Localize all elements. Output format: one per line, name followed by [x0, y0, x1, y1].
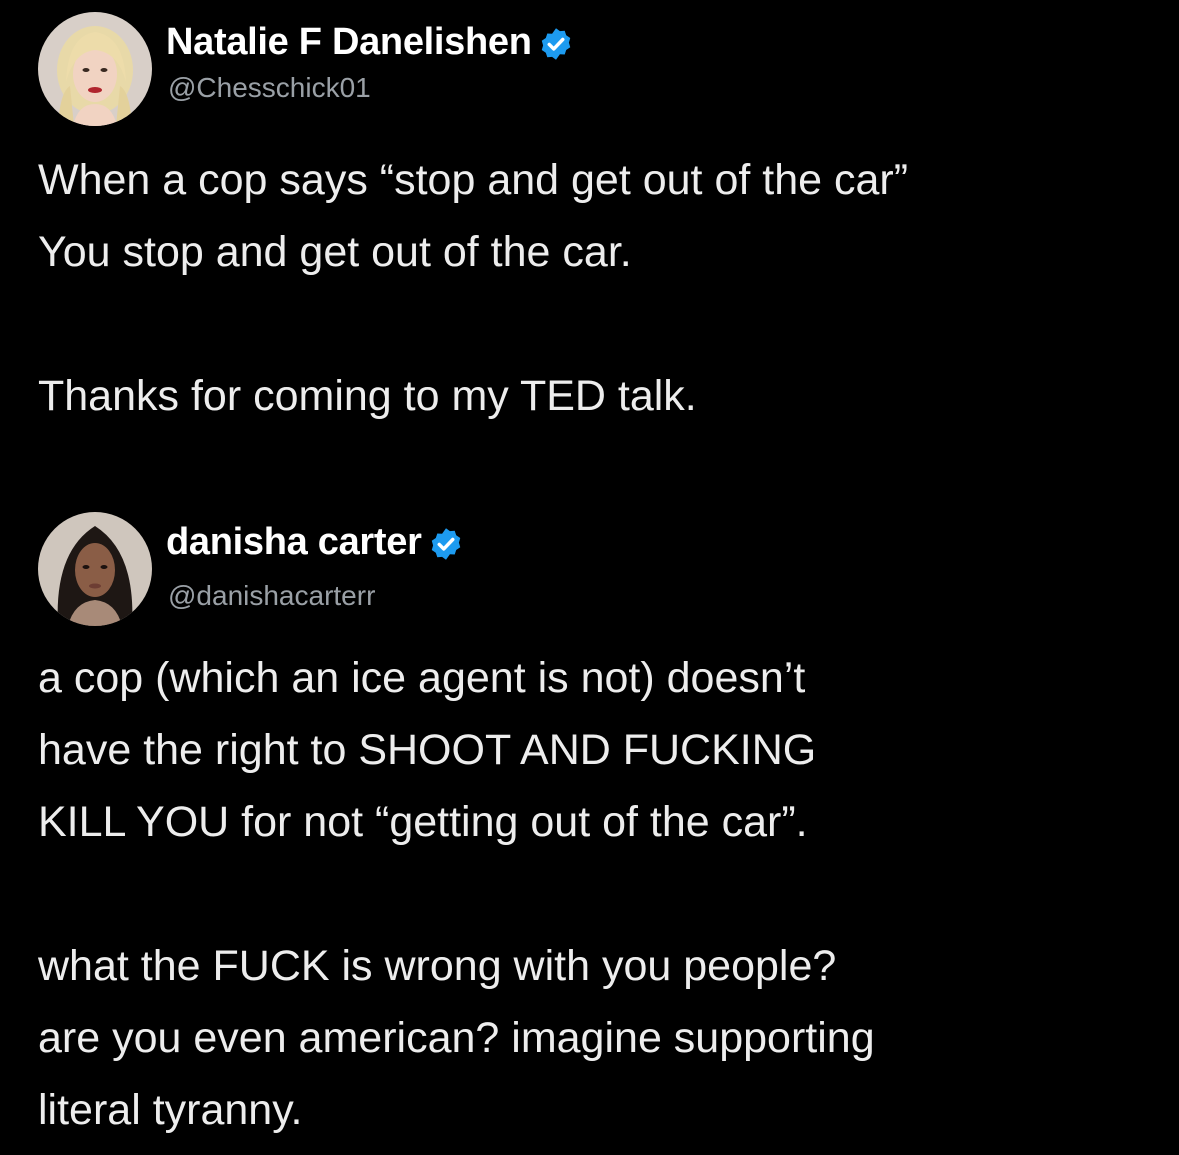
tweet-text-line: a cop (which an ice agent is not) doesn’…	[38, 654, 806, 702]
user-avatar-icon	[38, 512, 152, 626]
tweet-text-line: have the right to SHOOT AND FUCKING	[38, 726, 817, 774]
user-handle[interactable]: @danishacarterr	[168, 580, 375, 612]
verified-badge-icon	[538, 26, 574, 62]
user-avatar-icon	[38, 12, 152, 126]
tweet-text-line: KILL YOU for not “getting out of the car…	[38, 798, 808, 846]
display-name[interactable]: Natalie F Danelishen	[166, 21, 532, 64]
tweet-text-line: literal tyranny.	[38, 1086, 303, 1134]
tweet-text-line: Thanks for coming to my TED talk.	[38, 372, 697, 420]
verified-badge-icon	[428, 526, 464, 562]
tweet-text-line: are you even american? imagine supportin…	[38, 1014, 875, 1062]
tweet-text-line: When a cop says “stop and get out of the…	[38, 156, 909, 204]
tweet-text: a cop (which an ice agent is not) doesn’…	[38, 642, 1148, 1146]
avatar[interactable]	[38, 512, 152, 626]
user-handle[interactable]: @Chesschick01	[168, 72, 371, 104]
tweet-text-line: what the FUCK is wrong with you people?	[38, 942, 837, 990]
display-name[interactable]: danisha carter	[166, 521, 422, 564]
tweet-text-line: You stop and get out of the car.	[38, 228, 632, 276]
avatar[interactable]	[38, 12, 152, 126]
tweet-text: When a cop says “stop and get out of the…	[38, 144, 1148, 432]
tweet-author[interactable]: danisha carter	[166, 514, 464, 570]
tweet-author[interactable]: Natalie F Danelishen	[166, 14, 574, 70]
